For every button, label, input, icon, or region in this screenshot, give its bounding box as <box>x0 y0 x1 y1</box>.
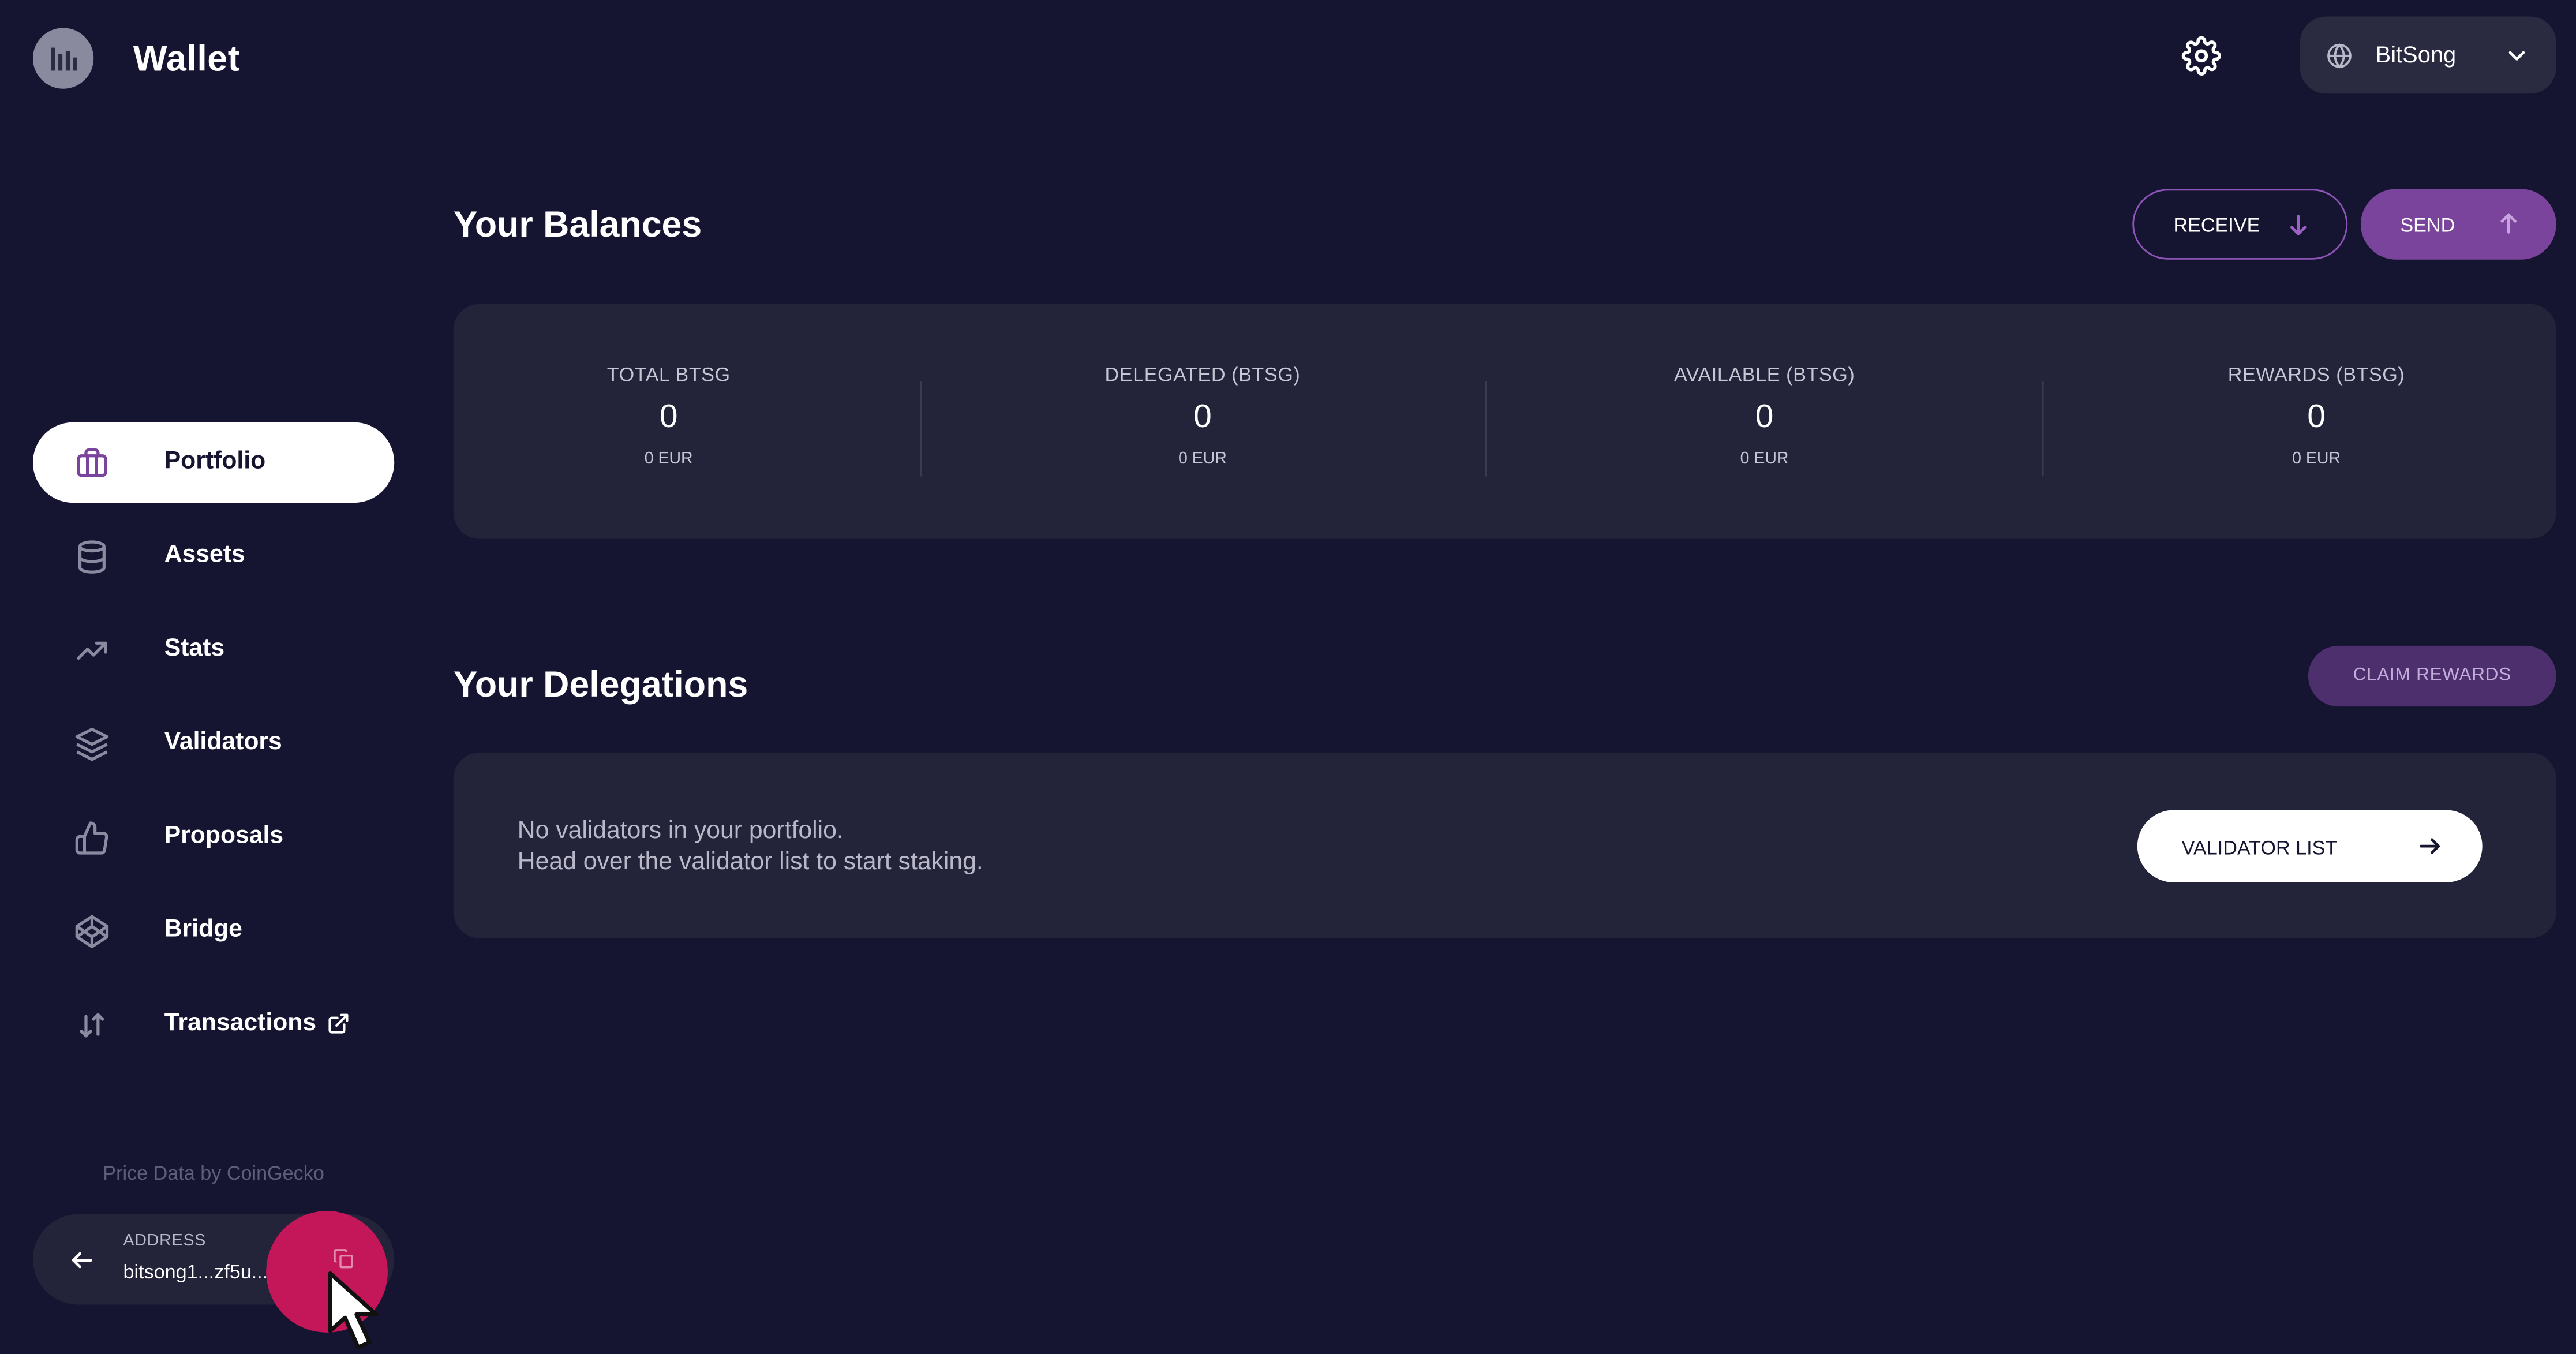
trending-up-icon <box>77 641 107 660</box>
sidebar-item-transactions[interactable]: Transactions <box>33 984 394 1064</box>
bridge-icon <box>75 915 109 948</box>
stat-fiat: 0 EUR <box>644 450 693 469</box>
network-selector[interactable]: BitSong <box>2300 16 2556 94</box>
network-label: BitSong <box>2375 41 2457 68</box>
claim-rewards-button[interactable]: CLAIM REWARDS <box>2308 645 2556 707</box>
balance-stat-rewards: REWARDS (BTSG) 0 0 EUR <box>2136 363 2497 468</box>
claim-rewards-label: CLAIM REWARDS <box>2353 665 2512 686</box>
app-window: Wallet BitSong Portfolio Assets Stats Va… <box>0 0 2576 1354</box>
sidebar-item-validators[interactable]: Validators <box>33 703 394 783</box>
sidebar-item-bridge[interactable]: Bridge <box>33 891 394 971</box>
address-caption: ADDRESS <box>123 1232 207 1251</box>
stat-fiat: 0 EUR <box>1740 450 1789 469</box>
stat-fiat: 0 EUR <box>2292 450 2341 469</box>
receive-button[interactable]: RECEIVE <box>2132 189 2348 260</box>
app-title: Wallet <box>133 38 241 79</box>
arrow-down-icon <box>2290 215 2307 235</box>
send-label: SEND <box>2400 214 2455 237</box>
briefcase-icon <box>77 448 107 477</box>
gear-icon[interactable] <box>2181 36 2221 76</box>
send-button[interactable]: SEND <box>2360 189 2556 260</box>
validator-list-button[interactable]: VALIDATOR LIST <box>2137 810 2483 882</box>
delegations-card: No validators in your portfolio. Head ov… <box>453 752 2556 938</box>
stat-fiat: 0 EUR <box>1178 450 1227 469</box>
balance-stat-total: TOTAL BTSG 0 0 EUR <box>488 363 849 468</box>
price-data-credit[interactable]: Price Data by CoinGecko <box>33 1162 394 1185</box>
stat-caption: REWARDS (BTSG) <box>2227 363 2405 387</box>
stat-caption: TOTAL BTSG <box>606 363 731 387</box>
chevron-down-icon <box>2508 51 2525 61</box>
stat-value: 0 <box>2307 399 2326 436</box>
sidebar-item-assets[interactable]: Assets <box>33 516 394 596</box>
sidebar-item-proposals[interactable]: Proposals <box>33 797 394 877</box>
empty-message-line-2: Head over the validator list to start st… <box>517 848 983 876</box>
stat-divider <box>2042 381 2044 477</box>
arrow-right-icon <box>2420 838 2440 854</box>
arrows-up-down-icon <box>80 1013 104 1038</box>
arrow-left-icon[interactable] <box>69 1247 96 1274</box>
sidebar-item-stats[interactable]: Stats <box>33 609 394 690</box>
receive-label: RECEIVE <box>2173 214 2260 237</box>
sidebar-item-portfolio[interactable]: Portfolio <box>32 422 395 503</box>
sidebar-item-label: Transactions <box>164 1008 317 1037</box>
stat-value: 0 <box>1193 399 1212 436</box>
app-logo[interactable] <box>32 28 94 89</box>
external-link-icon <box>328 1013 349 1034</box>
stat-caption: AVAILABLE (BTSG) <box>1673 363 1855 387</box>
arrow-up-icon <box>2500 213 2517 234</box>
thumbs-up-icon <box>75 821 108 855</box>
stat-divider <box>920 381 922 477</box>
validator-list-label: VALIDATOR LIST <box>2181 836 2338 859</box>
sidebar-item-label: Assets <box>164 540 245 569</box>
sidebar-item-label: Stats <box>164 634 225 663</box>
stat-caption: DELEGATED (BTSG) <box>1104 363 1301 387</box>
sidebar-item-label: Portfolio <box>164 447 266 475</box>
empty-message-line-1: No validators in your portfolio. <box>517 816 844 845</box>
balance-stat-delegated: DELEGATED (BTSG) 0 0 EUR <box>1022 363 1383 468</box>
balances-title: Your Balances <box>453 204 702 245</box>
address-value: bitsong1...zf5u... <box>123 1260 268 1284</box>
sidebar-item-label: Validators <box>164 728 282 756</box>
layers-icon <box>75 727 109 761</box>
mouse-cursor-icon <box>328 1271 379 1350</box>
balance-stat-available: AVAILABLE (BTSG) 0 0 EUR <box>1583 363 1945 468</box>
database-icon <box>78 540 106 574</box>
stat-value: 0 <box>659 399 678 436</box>
balances-card: TOTAL BTSG 0 0 EUR DELEGATED (BTSG) 0 0 … <box>453 304 2556 539</box>
sidebar-item-label: Proposals <box>164 821 284 850</box>
stat-divider <box>1485 381 1487 477</box>
bitsong-logo-icon <box>50 47 77 70</box>
stat-value: 0 <box>1755 399 1774 436</box>
delegations-title: Your Delegations <box>453 664 748 705</box>
globe-icon <box>2327 43 2352 69</box>
sidebar-item-label: Bridge <box>164 915 242 944</box>
copy-icon <box>334 1249 353 1269</box>
